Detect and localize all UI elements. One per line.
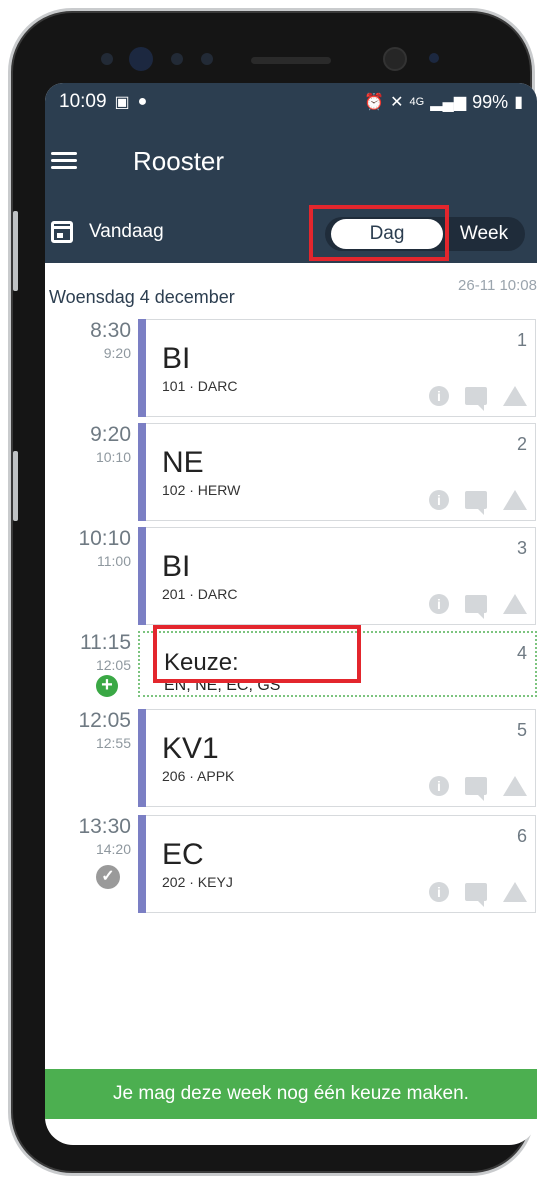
sub-bar: Vandaag Dag Week (45, 201, 537, 263)
battery-percent: 99% (472, 91, 509, 112)
signal-icon: ▂▄▆ (430, 94, 467, 111)
chat-icon[interactable] (465, 387, 487, 411)
lesson-card[interactable]: BI 101 · DARC 1 i (146, 319, 536, 417)
lesson-period: 3 (516, 538, 527, 558)
lesson-room: 202 · KEYJ (162, 874, 233, 890)
mute-icon: ✕ (390, 94, 404, 111)
calendar-icon[interactable] (51, 221, 73, 243)
today-button[interactable]: Vandaag (89, 221, 164, 243)
chat-icon[interactable] (465, 777, 487, 801)
sensor (201, 53, 213, 65)
lesson-end-time: 14:20 (95, 841, 131, 857)
info-icon[interactable]: i (429, 882, 449, 902)
page-title: Rooster (133, 145, 225, 176)
last-updated: 26-11 10:08 (458, 277, 537, 294)
sensor (101, 53, 113, 65)
4g-icon: 4G (409, 96, 425, 108)
sensor (171, 53, 183, 65)
alarm-icon: ⏰ (364, 94, 385, 111)
lesson-start-time: 12:05 (78, 709, 131, 732)
app-bar: Rooster (45, 121, 537, 201)
warning-icon[interactable] (503, 882, 527, 902)
lesson-room: 206 · APPK (162, 768, 235, 784)
date-label: Woensdag 4 december (49, 287, 235, 307)
lesson-row[interactable]: 8:30 9:20 BI 101 · DARC 1 i (45, 319, 537, 417)
lesson-subject: NE (162, 446, 204, 479)
lesson-room: 201 · DARC (162, 586, 238, 602)
warning-icon[interactable] (503, 776, 527, 796)
lesson-color-bar (138, 423, 146, 521)
lesson-end-time: 11:00 (97, 553, 131, 569)
lesson-row[interactable]: 12:05 12:55 KV1 206 · APPK 5 i (45, 709, 537, 807)
choice-notice-banner[interactable]: Je mag deze week nog één keuze maken. (45, 1069, 537, 1119)
lesson-subject: BI (162, 342, 191, 375)
add-choice-icon[interactable]: + (96, 675, 118, 697)
lesson-row[interactable]: 10:10 11:00 BI 201 · DARC 3 i (45, 527, 537, 625)
warning-icon[interactable] (503, 490, 527, 510)
info-icon[interactable]: i (429, 490, 449, 510)
toggle-week[interactable]: Week (449, 219, 519, 249)
chat-icon[interactable] (465, 883, 487, 907)
lesson-period: 4 (516, 643, 527, 663)
sensor (429, 53, 439, 63)
schedule-content: Woensdag 4 december 26-11 10:08 8:30 9:2… (45, 263, 537, 1145)
lesson-color-bar (138, 527, 146, 625)
status-bar: 10:09 ▣ ● ⏰ ✕ 4G ▂▄▆ 99% ▮ (45, 83, 537, 121)
iris-scanner (129, 47, 153, 71)
lesson-start-time: 8:30 (90, 319, 131, 342)
lesson-card[interactable]: NE 102 · HERW 2 i (146, 423, 536, 521)
info-icon[interactable]: i (429, 386, 449, 406)
lesson-color-bar (138, 709, 146, 807)
lesson-subject: EC (162, 838, 204, 871)
battery-icon: ▮ (514, 94, 523, 111)
highlight-box (153, 625, 361, 683)
lesson-card[interactable]: BI 201 · DARC 3 i (146, 527, 536, 625)
lesson-end-time: 12:05 (95, 657, 131, 673)
lesson-color-bar (138, 319, 146, 417)
lesson-row[interactable]: 9:20 10:10 NE 102 · HERW 2 i (45, 423, 537, 521)
lesson-color-bar (138, 815, 146, 913)
lesson-room: 101 · DARC (162, 378, 238, 394)
info-icon[interactable]: i (429, 594, 449, 614)
chat-icon[interactable] (465, 491, 487, 515)
lesson-end-time: 10:10 (95, 449, 131, 465)
lesson-end-time: 12:55 (95, 735, 131, 751)
lesson-subject: BI (162, 550, 191, 583)
earpiece-speaker (251, 57, 331, 64)
screen: 10:09 ▣ ● ⏰ ✕ 4G ▂▄▆ 99% ▮ Rooster Vanda… (45, 83, 537, 1145)
bixby-button (13, 451, 18, 521)
phone-frame: 10:09 ▣ ● ⏰ ✕ 4G ▂▄▆ 99% ▮ Rooster Vanda… (8, 8, 537, 1176)
lesson-period: 5 (516, 720, 527, 740)
lesson-period: 2 (516, 434, 527, 454)
spotify-icon: ● (137, 93, 148, 110)
warning-icon[interactable] (503, 594, 527, 614)
lesson-period: 6 (516, 826, 527, 846)
lesson-room: 102 · HERW (162, 482, 241, 498)
lesson-start-time: 9:20 (90, 423, 131, 446)
volume-button (13, 211, 18, 291)
check-icon: ✓ (96, 865, 120, 889)
warning-icon[interactable] (503, 386, 527, 406)
lesson-start-time: 11:15 (80, 631, 131, 654)
lesson-subject: KV1 (162, 732, 219, 765)
front-camera (383, 47, 407, 71)
lesson-row[interactable]: 13:30 14:20 ✓ EC 202 · KEYJ 6 i (45, 815, 537, 913)
lesson-card[interactable]: EC 202 · KEYJ 6 i (146, 815, 536, 913)
highlight-box (309, 205, 449, 261)
date-row: Woensdag 4 december 26-11 10:08 (45, 263, 537, 313)
hamburger-icon[interactable] (51, 150, 79, 172)
lesson-card[interactable]: KV1 206 · APPK 5 i (146, 709, 536, 807)
lesson-start-time: 10:10 (78, 527, 131, 550)
lesson-end-time: 9:20 (103, 345, 131, 361)
image-icon: ▣ (114, 94, 130, 111)
lesson-start-time: 13:30 (78, 815, 131, 838)
choice-lesson-row[interactable]: 11:15 12:05 + Keuze: EN, NE, EC, GS 4 (45, 625, 537, 701)
lesson-period: 1 (516, 330, 527, 350)
chat-icon[interactable] (465, 595, 487, 619)
info-icon[interactable]: i (429, 776, 449, 796)
status-time: 10:09 (59, 91, 107, 112)
